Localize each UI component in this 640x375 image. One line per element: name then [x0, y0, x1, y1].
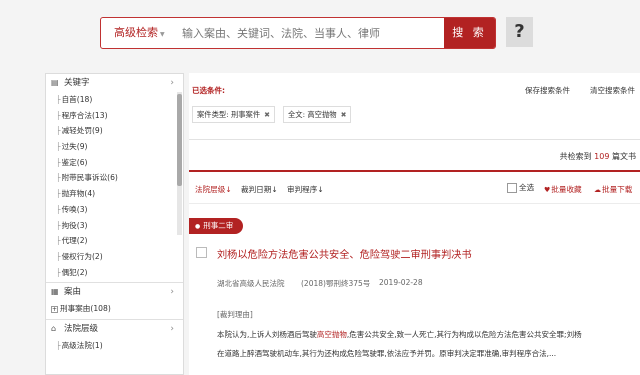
- reason-heading: [裁判理由]: [217, 310, 253, 319]
- condition-tag-fulltext: 全文: 高空抛物 ✖: [283, 106, 352, 123]
- court-level-section-header[interactable]: ⌂ 法院层级 ›: [46, 320, 183, 338]
- count-number: 109: [594, 152, 610, 161]
- keyword-item[interactable]: 偶犯(2): [56, 265, 183, 281]
- keyword-item[interactable]: 传唤(3): [56, 202, 183, 218]
- keyword-item[interactable]: 抛弃物(4): [56, 186, 183, 202]
- list-icon: ▦: [51, 287, 59, 297]
- select-all-label: 全选: [519, 183, 535, 192]
- case-type-badge-label: 刑事二审: [203, 221, 234, 230]
- chevron-right-icon: ›: [170, 78, 174, 88]
- result-count: 共检索到 109 篇文书: [560, 151, 636, 162]
- bulk-download-label: 批量下载: [602, 185, 633, 194]
- court-level-list: 高级法院(1): [46, 338, 183, 354]
- divider: [189, 203, 640, 204]
- case-date: 2019-02-28: [379, 278, 423, 287]
- keyword-item[interactable]: 程序合法(13): [56, 108, 183, 124]
- keyword-item[interactable]: 自首(18): [56, 92, 183, 108]
- count-suffix: 篇文书: [612, 152, 636, 161]
- keyword-item[interactable]: 附带民事诉讼(6): [56, 170, 183, 186]
- select-all[interactable]: 全选: [507, 182, 534, 193]
- advanced-search-dropdown[interactable]: 高级检索 ▼: [101, 18, 173, 48]
- cause-section-header[interactable]: ▦ 案由 ›: [46, 283, 183, 301]
- heart-icon: ♥: [544, 186, 551, 194]
- filter-sidebar: ▤ 关键字 › 自首(18) 程序合法(13) 减轻处罚(9) 过失(9) 鉴定…: [45, 73, 184, 375]
- case-snippet-line: 在道路上醉酒驾驶机动车,其行为还构成危险驾驶罪,依法应予并罚。原审判决定罪准确,…: [217, 349, 557, 358]
- save-conditions-link[interactable]: 保存搜索条件: [525, 85, 570, 96]
- case-snippet-line: 本院认为,上诉人刘杨酒后驾驶高空抛物,危害公共安全,致一人死亡,其行为构成以危险…: [217, 329, 637, 340]
- condition-tag-label: 案件类型: 刑事案件: [197, 110, 261, 119]
- keyword-section-header[interactable]: ▤ 关键字 ›: [46, 74, 183, 92]
- bulk-favorite-label: 批量收藏: [551, 185, 582, 194]
- sidebar-scrollbar-thumb[interactable]: [177, 94, 182, 186]
- case-title-link[interactable]: 刘杨以危险方法危害公共安全、危险驾驶二审刑事判决书: [217, 246, 472, 261]
- selected-conditions-label: 已选条件:: [192, 86, 225, 95]
- snippet-text: ,危害公共安全,致一人死亡,其行为构成以危险方法危害公共安全罪;刘杨: [346, 330, 582, 339]
- help-button[interactable]: ?: [506, 17, 533, 47]
- keyword-item[interactable]: 过失(9): [56, 139, 183, 155]
- close-icon[interactable]: ✖: [264, 111, 270, 119]
- document-icon: ▤: [51, 78, 59, 87]
- keyword-item[interactable]: 鉴定(6): [56, 155, 183, 171]
- case-number: (2018)鄂刑终375号: [301, 279, 371, 288]
- cause-item-label: 刑事案由(108): [60, 304, 111, 314]
- court-level-item[interactable]: 高级法院(1): [56, 338, 183, 354]
- cloud-download-icon: ☁: [594, 186, 601, 194]
- case-type-badge: ● 刑事二审: [189, 218, 243, 234]
- keyword-item[interactable]: 减轻处罚(9): [56, 123, 183, 139]
- top-bar: 高级检索▼ 搜 索 ?: [0, 0, 640, 70]
- divider: [189, 139, 640, 140]
- select-all-checkbox[interactable]: [507, 183, 517, 193]
- dot-icon: ●: [195, 223, 201, 230]
- cause-item[interactable]: + 刑事案由(108): [46, 301, 183, 317]
- condition-tag-case-type: 案件类型: 刑事案件 ✖: [192, 106, 276, 123]
- sort-judgment-date[interactable]: 裁判日期↓: [241, 184, 278, 195]
- bulk-favorite-button[interactable]: ♥批量收藏: [544, 184, 582, 195]
- accent-divider: [189, 170, 640, 172]
- keyword-item[interactable]: 代理(2): [56, 233, 183, 249]
- condition-tag-label: 全文: 高空抛物: [288, 110, 337, 119]
- expand-plus-icon[interactable]: +: [51, 305, 58, 313]
- close-icon[interactable]: ✖: [341, 111, 347, 119]
- keyword-list: 自首(18) 程序合法(13) 减轻处罚(9) 过失(9) 鉴定(6) 附带民事…: [46, 92, 183, 280]
- results-panel: 已选条件: 保存搜索条件 清空搜索条件 案件类型: 刑事案件 ✖ 全文: 高空抛物…: [189, 73, 640, 375]
- search-input[interactable]: [173, 18, 444, 48]
- snippet-text: 本院认为,上诉人刘杨酒后驾驶: [217, 330, 317, 339]
- sort-trial-procedure[interactable]: 审判程序↓: [287, 184, 324, 195]
- clear-conditions-link[interactable]: 清空搜索条件: [590, 85, 635, 96]
- cause-section-title: 案由: [64, 287, 82, 298]
- case-court: 湖北省高级人民法院: [217, 279, 285, 288]
- bulk-download-button[interactable]: ☁批量下载: [594, 184, 632, 195]
- caret-down-icon: ▼: [160, 31, 165, 38]
- count-prefix: 共检索到: [559, 152, 592, 161]
- keyword-item[interactable]: 拘役(3): [56, 218, 183, 234]
- search-bar: 高级检索▼ 搜 索: [100, 17, 496, 49]
- sort-court-level[interactable]: 法院层级↓: [195, 184, 232, 195]
- advanced-search-label: 高级检索: [114, 26, 158, 39]
- chevron-right-icon: ›: [170, 324, 174, 335]
- court-level-section-title: 法院层级: [64, 324, 99, 335]
- keyword-item[interactable]: 侵权行为(2): [56, 249, 183, 265]
- search-button[interactable]: 搜 索: [444, 18, 495, 48]
- court-icon: ⌂: [51, 324, 57, 334]
- result-checkbox[interactable]: [196, 247, 207, 258]
- chevron-right-icon: ›: [170, 287, 174, 298]
- snippet-highlight: 高空抛物: [316, 330, 347, 339]
- keyword-section-title: 关键字: [64, 78, 90, 88]
